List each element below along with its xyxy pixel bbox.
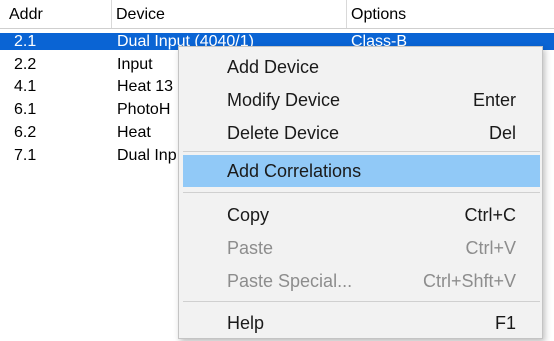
- cell-addr: 6.1: [14, 101, 37, 118]
- menu-item-shortcut: Enter: [472, 90, 516, 110]
- menu-item-paste-special[interactable]: Paste Special... Ctrl+Shft+V: [183, 265, 540, 297]
- menu-item-add-device[interactable]: Add Device: [183, 51, 540, 83]
- menu-item-shortcut: Ctrl+Shft+V: [422, 271, 516, 291]
- cell-addr: 2.1: [14, 33, 37, 50]
- menu-item-help[interactable]: Help F1: [183, 307, 540, 339]
- menu-item-label: Delete Device: [227, 123, 340, 143]
- cell-addr: 7.1: [14, 147, 37, 164]
- menu-item-paste[interactable]: Paste Ctrl+V: [183, 232, 540, 264]
- column-header-device[interactable]: Device: [112, 0, 347, 28]
- menu-separator: [183, 301, 540, 302]
- menu-item-modify-device[interactable]: Modify Device Enter: [183, 84, 540, 116]
- menu-item-add-correlations[interactable]: Add Correlations: [183, 155, 540, 187]
- context-menu: Add Device Modify Device Enter Delete De…: [178, 46, 543, 339]
- menu-item-shortcut: Ctrl+C: [464, 205, 516, 225]
- menu-item-label: Add Device: [227, 57, 320, 77]
- menu-item-shortcut: Del: [488, 123, 516, 143]
- cell-addr: 4.1: [14, 78, 37, 95]
- cell-addr: 6.2: [14, 124, 37, 141]
- menu-item-label: Help: [227, 313, 265, 333]
- list-header: Addr Device Options: [0, 0, 554, 29]
- cell-addr: 2.2: [14, 56, 37, 73]
- menu-item-shortcut: Ctrl+V: [465, 238, 516, 258]
- menu-item-label: Add Correlations: [227, 161, 362, 181]
- menu-separator: [183, 192, 540, 193]
- menu-item-label: Paste: [227, 238, 274, 258]
- menu-item-shortcut: F1: [494, 313, 516, 333]
- menu-separator: [183, 151, 540, 152]
- menu-item-label: Paste Special...: [227, 271, 353, 291]
- column-header-addr[interactable]: Addr: [6, 0, 112, 28]
- menu-item-copy[interactable]: Copy Ctrl+C: [183, 199, 540, 231]
- menu-item-label: Modify Device: [227, 90, 341, 110]
- menu-item-label: Copy: [227, 205, 270, 225]
- menu-item-delete-device[interactable]: Delete Device Del: [183, 117, 540, 149]
- column-header-options[interactable]: Options: [347, 0, 554, 28]
